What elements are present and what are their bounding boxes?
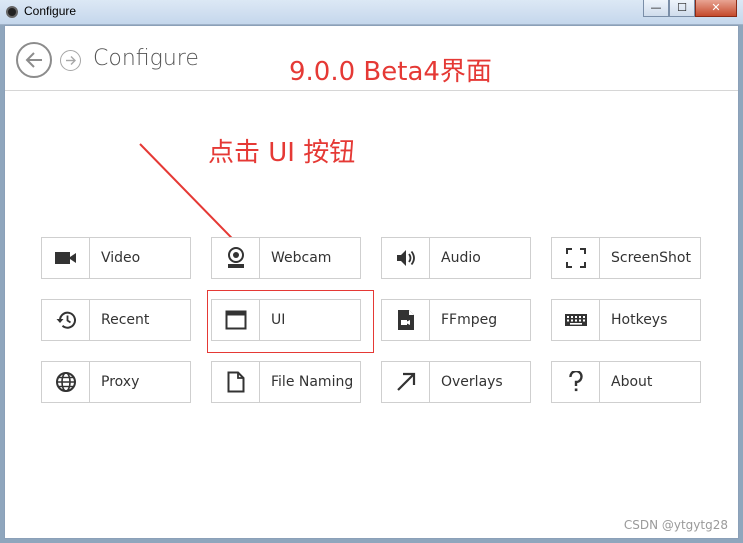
app-icon	[6, 6, 18, 18]
video-tile[interactable]: Video	[41, 237, 191, 279]
ffmpeg-tile[interactable]: FFmpeg	[381, 299, 531, 341]
overlays-label: Overlays	[441, 374, 503, 390]
window-titlebar: Configure — ☐ ✕	[0, 0, 743, 25]
hotkeys-label: Hotkeys	[611, 312, 668, 328]
configure-window: Configure 9.0.0 Beta4界面 点击 UI 按钮 Video W…	[4, 25, 739, 539]
watermark: CSDN @ytgytg28	[623, 518, 728, 532]
overlays-tile[interactable]: Overlays	[381, 361, 531, 403]
screenshot-icon	[565, 248, 586, 268]
about-label: About	[611, 374, 653, 390]
minimize-button[interactable]: —	[643, 0, 669, 17]
proxy-label: Proxy	[101, 374, 140, 390]
close-button[interactable]: ✕	[695, 0, 737, 17]
forward-arrow-icon	[66, 56, 76, 65]
question-icon	[568, 371, 583, 392]
ui-label: UI	[271, 312, 286, 328]
annotation-arrow	[139, 143, 270, 278]
history-icon	[56, 311, 76, 329]
video-label: Video	[101, 250, 141, 266]
file-naming-tile[interactable]: File Naming	[211, 361, 361, 403]
webcam-label: Webcam	[271, 250, 332, 266]
window-title: Configure	[24, 4, 77, 18]
recent-label: Recent	[101, 312, 150, 328]
forward-button[interactable]	[60, 50, 81, 71]
diagonal-arrow-icon	[396, 372, 415, 391]
keyboard-icon	[564, 314, 587, 326]
ffmpeg-label: FFmpeg	[441, 312, 498, 328]
proxy-tile[interactable]: Proxy	[41, 361, 191, 403]
webcam-tile[interactable]: Webcam	[211, 237, 361, 279]
video-camera-icon	[54, 252, 76, 264]
file-naming-label: File Naming	[271, 374, 354, 390]
page-header: Configure 9.0.0 Beta4界面	[5, 26, 738, 91]
window-icon	[225, 310, 246, 330]
hotkeys-tile[interactable]: Hotkeys	[551, 299, 701, 341]
back-button[interactable]	[16, 42, 52, 78]
recent-tile[interactable]: Recent	[41, 299, 191, 341]
speaker-icon	[396, 250, 415, 266]
window-controls: — ☐ ✕	[643, 0, 737, 18]
page-title: Configure	[93, 46, 199, 71]
instruction-annotation: 点击 UI 按钮	[208, 138, 356, 168]
audio-tile[interactable]: Audio	[381, 237, 531, 279]
audio-label: Audio	[441, 250, 481, 266]
back-arrow-icon	[25, 52, 42, 68]
screenshot-label: ScreenShot	[611, 250, 691, 266]
about-tile[interactable]: About	[551, 361, 701, 403]
version-annotation: 9.0.0 Beta4界面	[289, 57, 492, 87]
globe-icon	[55, 372, 76, 392]
ffmpeg-file-icon	[397, 310, 414, 330]
document-icon	[227, 371, 244, 393]
maximize-button[interactable]: ☐	[669, 0, 695, 17]
webcam-icon	[227, 247, 244, 268]
ui-tile[interactable]: UI	[211, 299, 361, 341]
screenshot-tile[interactable]: ScreenShot	[551, 237, 701, 279]
